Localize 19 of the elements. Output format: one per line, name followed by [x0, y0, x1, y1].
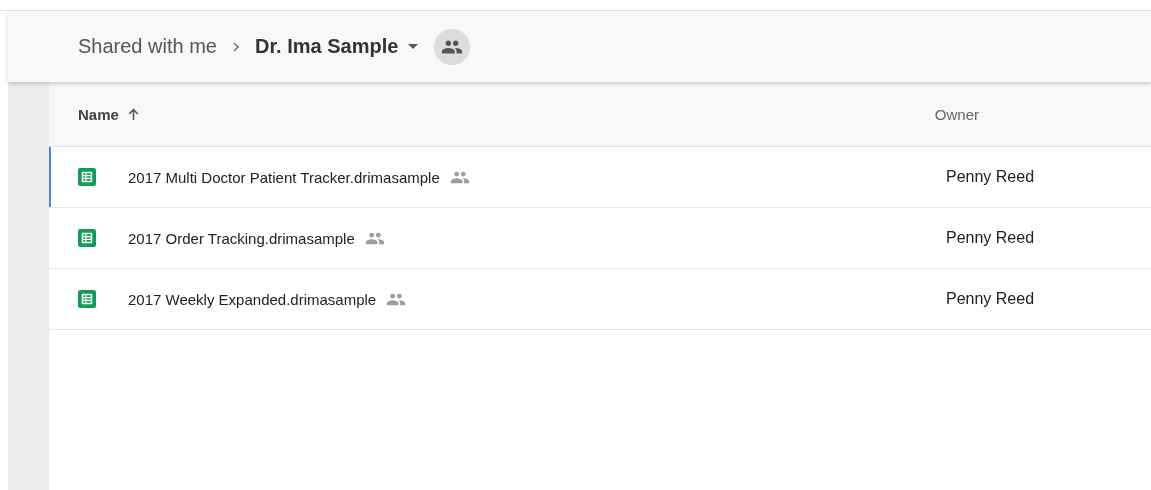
spreadsheet-icon — [78, 229, 96, 247]
file-name: 2017 Order Tracking.drimasample — [128, 229, 355, 247]
sort-arrow-icon — [126, 107, 140, 121]
owner-name: Penny Reed — [946, 229, 1035, 247]
file-name: 2017 Multi Doctor Patient Tracker.drimasample — [128, 168, 440, 186]
spreadsheet-icon — [78, 168, 96, 186]
shared-people-button[interactable] — [434, 28, 471, 65]
file-row[interactable]: 2017 Multi Doctor Patient Tracker.drimasample Penny Reed — [49, 147, 1151, 208]
owner-name: Penny Reed — [946, 290, 1035, 308]
owner-name: Penny Reed — [946, 168, 1035, 186]
spreadsheet-icon — [78, 290, 96, 308]
folder-menu-button[interactable]: Dr. Ima Sample — [254, 35, 419, 58]
column-header[interactable]: Owner — [934, 99, 979, 129]
caret-icon — [408, 44, 419, 49]
file-name: 2017 Weekly Expanded.drimasample — [128, 290, 377, 308]
breadcrumb-link[interactable]: Shared with me — [78, 35, 217, 58]
file-row[interactable]: 2017 Order Tracking.drimasample Penny Reed — [49, 208, 1151, 269]
column-header[interactable]: Name — [78, 99, 140, 129]
file-row[interactable]: 2017 Weekly Expanded.drimasample Penny Reed — [49, 269, 1151, 330]
